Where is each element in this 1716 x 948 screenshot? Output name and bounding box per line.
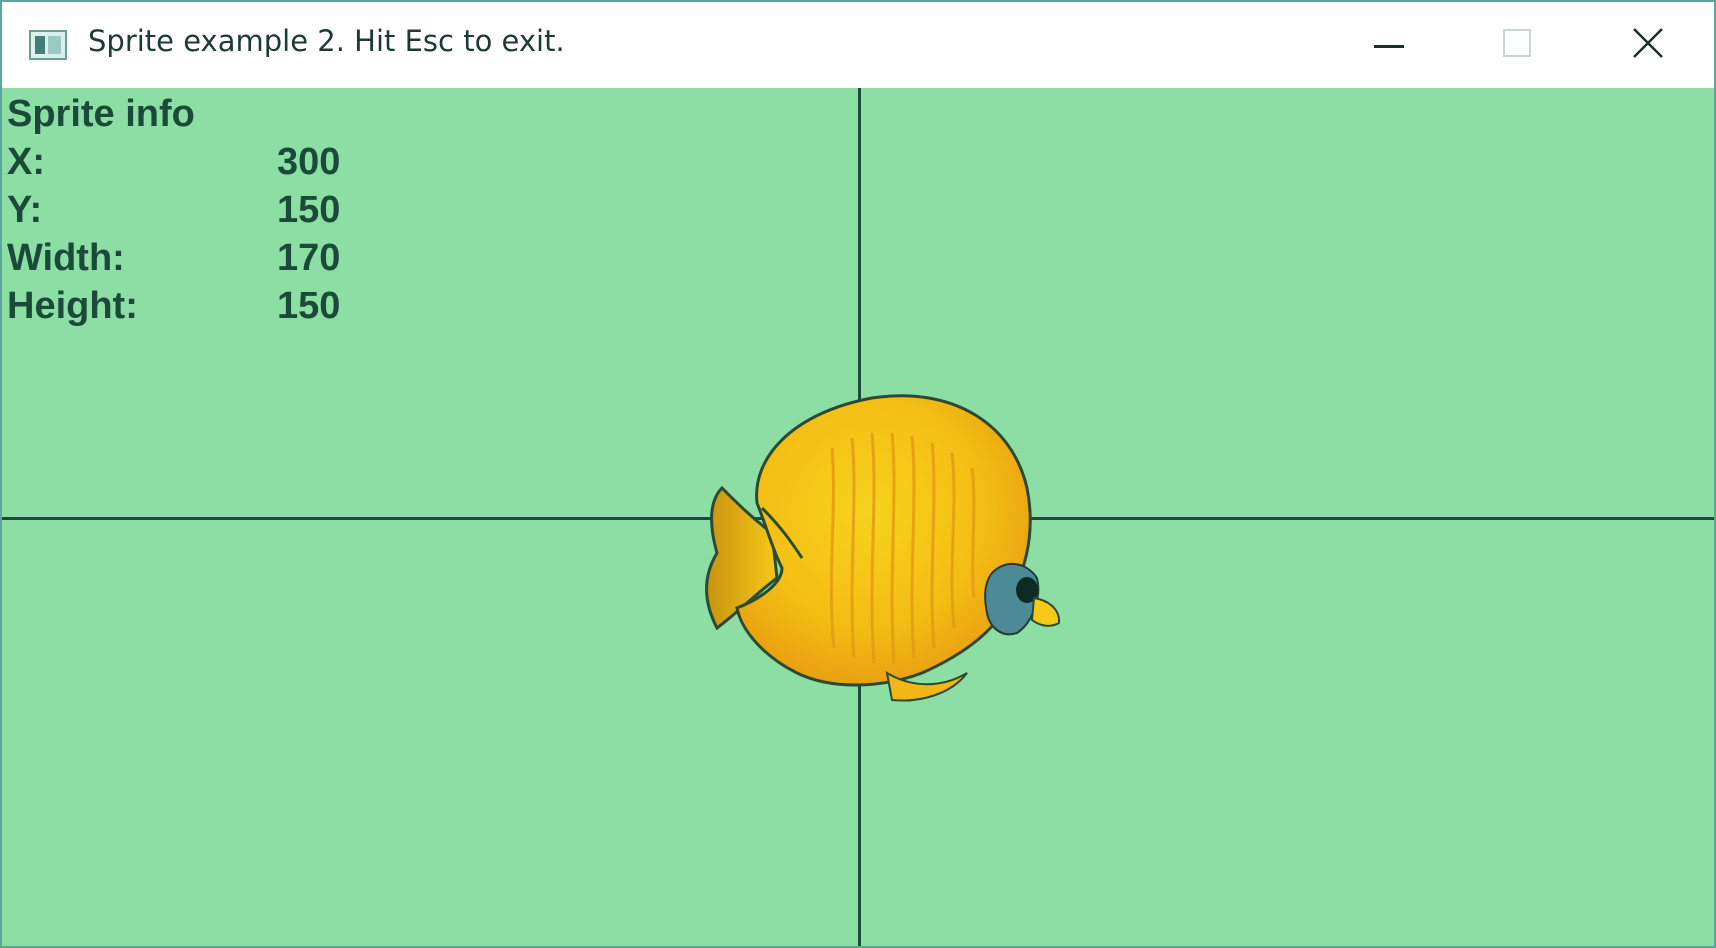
sprite-info-row-width: Width: 170 — [7, 234, 340, 282]
info-value: 170 — [277, 237, 341, 279]
info-value: 300 — [277, 141, 341, 183]
sprite-info-title: Sprite info — [7, 93, 195, 135]
info-label: Width: — [7, 237, 125, 279]
info-value: 150 — [277, 285, 341, 327]
sprite-info-panel: Sprite info X: 300 Y: 150 Width: 170 Hei… — [7, 90, 340, 330]
maximize-button[interactable] — [1453, 2, 1581, 88]
info-value: 150 — [277, 189, 341, 231]
info-label: Height: — [7, 285, 138, 327]
sprite-info-row-height: Height: 150 — [7, 282, 340, 330]
minimize-icon — [1374, 36, 1404, 54]
close-button[interactable] — [1581, 2, 1714, 88]
close-icon — [1632, 27, 1663, 63]
window-title: Sprite example 2. Hit Esc to exit. — [88, 24, 565, 58]
game-canvas[interactable]: Sprite info X: 300 Y: 150 Width: 170 Hei… — [2, 88, 1714, 946]
app-window: Sprite example 2. Hit Esc to exit. Sprit — [0, 0, 1716, 948]
window-app-icon — [29, 30, 67, 60]
maximize-icon — [1503, 28, 1531, 62]
sprite-info-row-y: Y: 150 — [7, 186, 340, 234]
butterflyfish-sprite[interactable] — [622, 328, 1102, 728]
info-label: Y: — [7, 189, 43, 231]
title-bar[interactable]: Sprite example 2. Hit Esc to exit. — [2, 2, 1714, 88]
info-label: X: — [7, 141, 45, 183]
minimize-button[interactable] — [1325, 2, 1453, 88]
sprite-info-row-x: X: 300 — [7, 138, 340, 186]
